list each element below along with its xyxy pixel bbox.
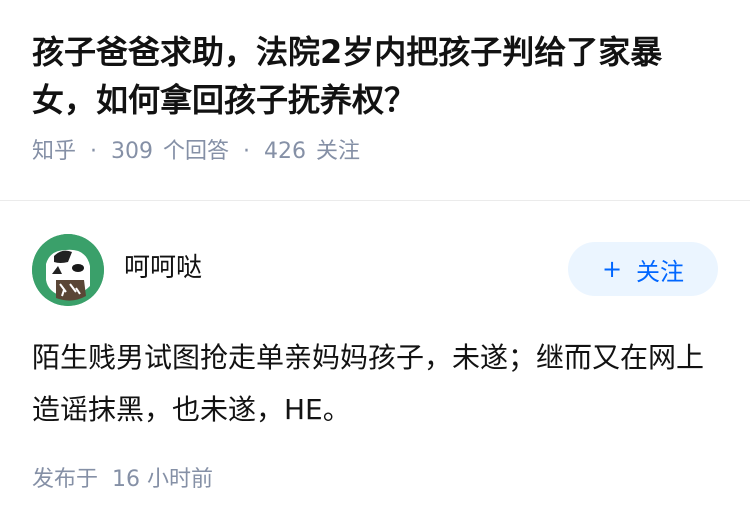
- meta-separator: ·: [243, 139, 251, 164]
- follow-button[interactable]: + 关注: [568, 242, 718, 296]
- publish-time: 16 小时前: [112, 467, 214, 492]
- meta-separator: ·: [90, 139, 98, 164]
- answer-count: 309: [111, 139, 154, 164]
- question-title[interactable]: 孩子爸爸求助，法院2岁内把孩子判给了家暴女，如何拿回孩子抚养权？: [32, 28, 722, 124]
- answer-content[interactable]: 陌生贱男试图抢走单亲妈妈孩子，未遂；继而又在网上造谣抹黑，也未遂，HE。: [32, 332, 722, 436]
- section-divider: [0, 200, 750, 201]
- publish-info: 发布于 16 小时前: [32, 464, 213, 496]
- question-meta: 知乎 · 309 个回答 · 426 关注: [32, 136, 722, 168]
- publish-prefix: 发布于: [32, 467, 99, 492]
- plus-icon: +: [601, 255, 623, 283]
- question-header: 孩子爸爸求助，法院2岁内把孩子判给了家暴女，如何拿回孩子抚养权？ 知乎 · 30…: [32, 28, 722, 168]
- answer-count-label[interactable]: 个回答: [163, 136, 229, 168]
- cartoon-avatar-icon: [32, 234, 104, 306]
- follower-count-label: 关注: [316, 139, 361, 164]
- avatar[interactable]: [32, 234, 104, 306]
- answer-author: 呵呵哒 + 关注: [32, 234, 718, 306]
- source-label[interactable]: 知乎: [32, 136, 76, 168]
- author-name[interactable]: 呵呵哒: [124, 252, 202, 284]
- follower-count: 426: [264, 139, 307, 164]
- follow-button-label: 关注: [636, 257, 685, 286]
